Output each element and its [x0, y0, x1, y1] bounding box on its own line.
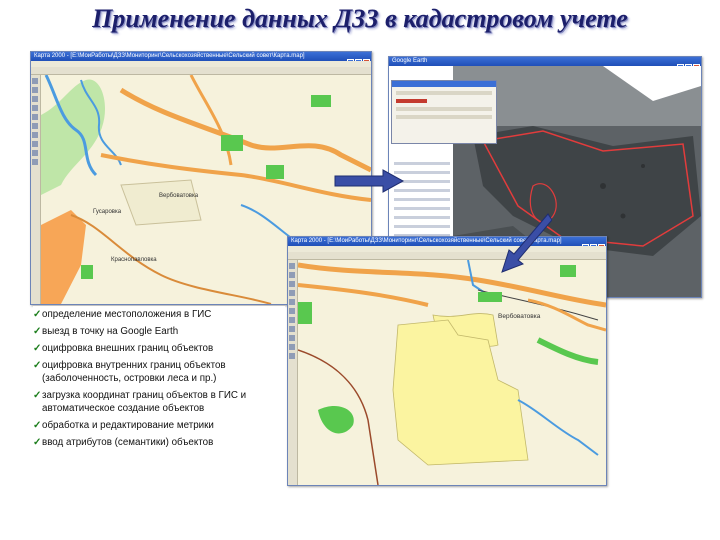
- gis-detail-map-view[interactable]: Вербоватовка: [298, 260, 606, 485]
- slide-title: Применение данных ДЗЗ в кадастровом учет…: [92, 4, 628, 33]
- checkmark-icon: ✓: [33, 326, 42, 337]
- checkmark-icon: ✓: [33, 309, 42, 320]
- list-item: ✓ загрузка координат границ объектов в ГИ…: [33, 390, 247, 414]
- checkmark-icon: ✓: [33, 420, 42, 431]
- list-item: ✓ ввод атрибутов (семантики) объектов: [33, 437, 214, 448]
- steps-list: ✓ определение местоположения в ГИС ✓ выезд…: [33, 306, 285, 451]
- list-item: ✓ оцифровка внешних границ объектов: [33, 343, 214, 354]
- window-title: Google Earth: [389, 57, 701, 66]
- window-title: Карта 2000 - [E:\МоиРаботы\ДЗЗ\Мониторин…: [288, 237, 606, 246]
- tool-palette[interactable]: [31, 75, 41, 304]
- window-controls[interactable]: [676, 58, 700, 71]
- checkmark-icon: ✓: [33, 390, 42, 401]
- list-item: ✓ выезд в точку на Google Earth: [33, 326, 179, 337]
- arrow-down-left-icon: [501, 213, 552, 273]
- toolbar[interactable]: [288, 252, 606, 260]
- map-label: Вербоватовка: [498, 312, 541, 320]
- list-item: ✓ оцифровка внутренних границ объектов (з…: [33, 360, 226, 384]
- arrow-right-icon: [334, 169, 405, 193]
- window-controls[interactable]: [581, 238, 605, 251]
- gis-detail-window[interactable]: Карта 2000 - [E:\МоиРаботы\ДЗЗ\Мониторин…: [287, 236, 607, 486]
- map-label: Гусаровка: [93, 209, 122, 215]
- checkmark-icon: ✓: [33, 437, 42, 448]
- window-controls[interactable]: [346, 53, 370, 66]
- map-label: Краснопавловка: [111, 257, 157, 263]
- checkmark-icon: ✓: [33, 343, 42, 354]
- window-title: Карта 2000 - [E:\МоиРаботы\ДЗЗ\Мониторин…: [31, 52, 371, 61]
- list-item: ✓ определение местоположения в ГИС: [33, 309, 212, 320]
- map-label: Вербоватовка: [159, 193, 199, 199]
- tool-palette[interactable]: [288, 260, 298, 485]
- toolbar[interactable]: [31, 67, 371, 75]
- list-item: ✓ обработка и редактирование метрики: [33, 420, 214, 431]
- polygon-properties-dialog[interactable]: [391, 80, 497, 144]
- checkmark-icon: ✓: [33, 360, 42, 371]
